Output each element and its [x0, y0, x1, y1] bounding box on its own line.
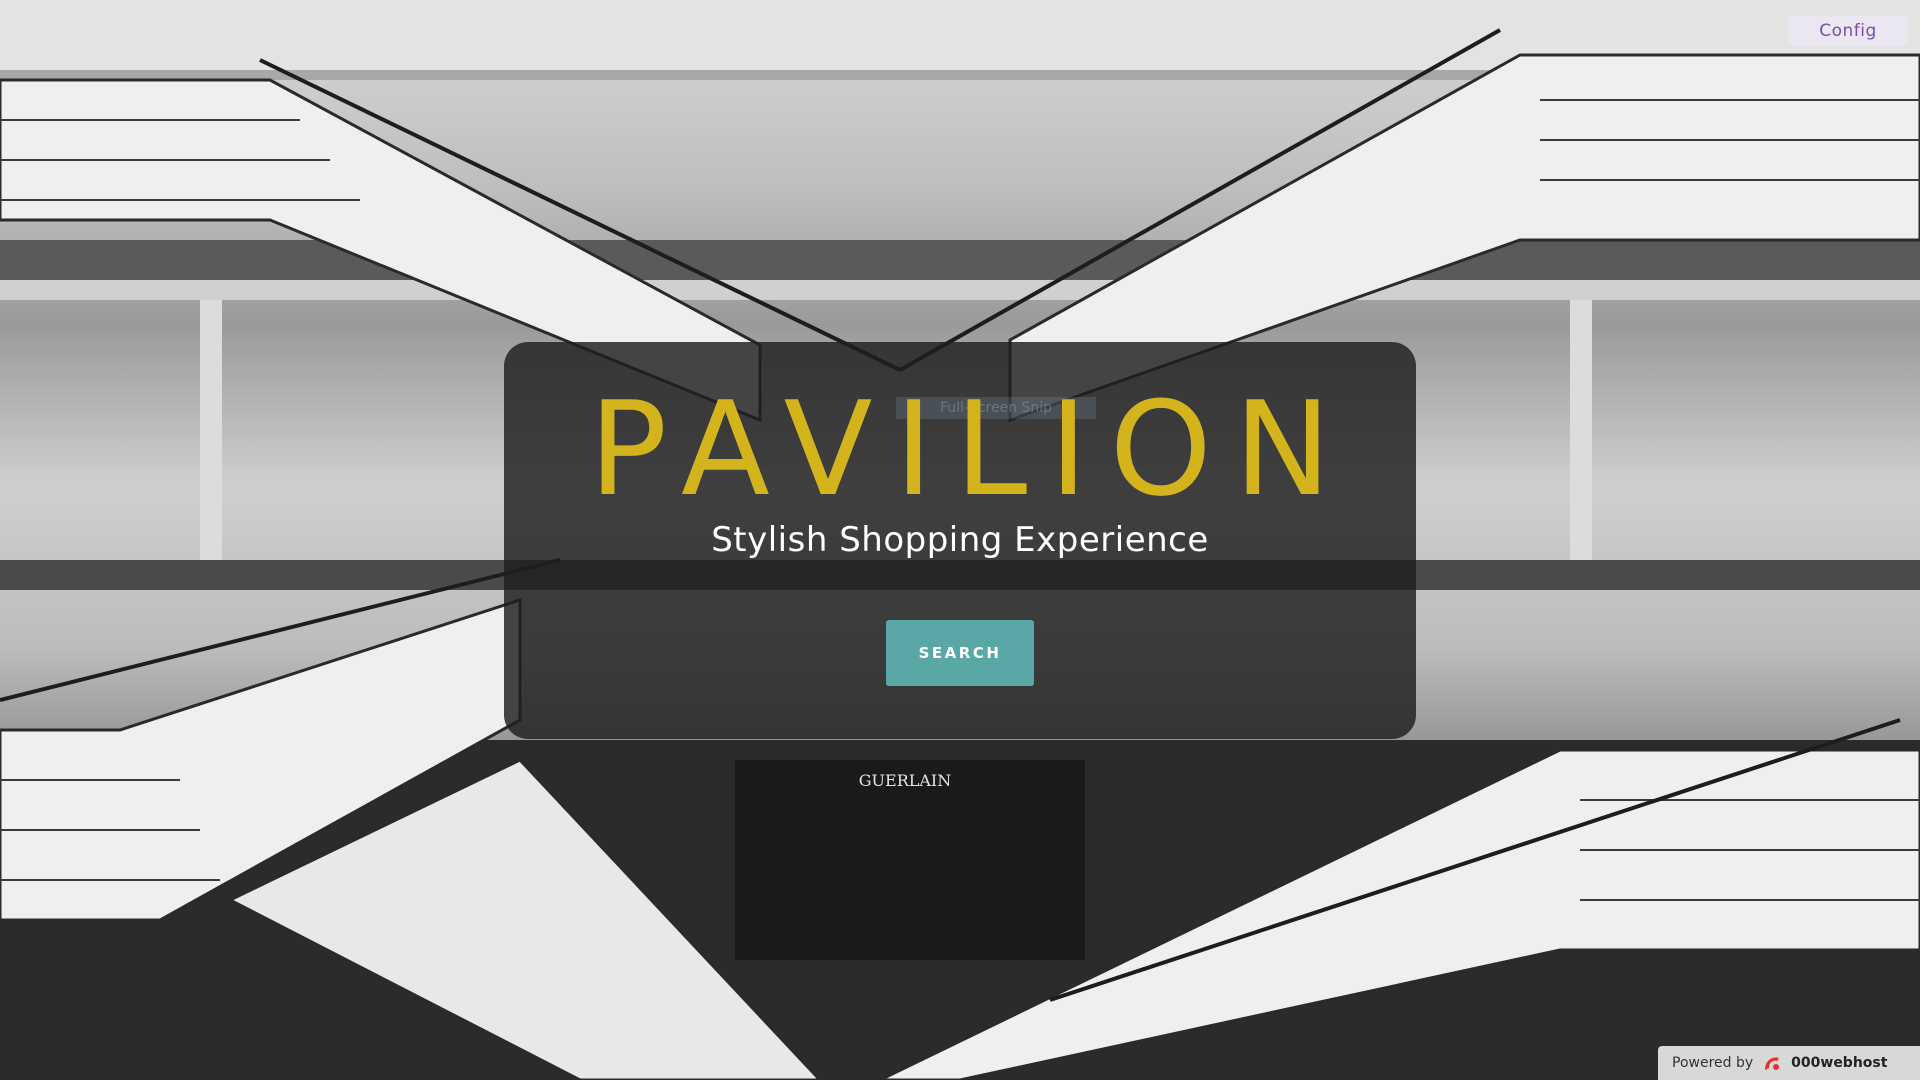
hero-subtitle: Stylish Shopping Experience	[711, 520, 1209, 560]
webhost-logo-icon	[1765, 1057, 1780, 1070]
powered-by-brand: 000webhost	[1791, 1055, 1888, 1071]
search-button[interactable]: SEARCH	[886, 620, 1034, 686]
powered-by-label: Powered by	[1672, 1055, 1754, 1071]
powered-by-badge[interactable]: Powered by 000webhost	[1658, 1046, 1920, 1080]
hero-title: PAVILION	[588, 373, 1354, 525]
svg-text:GUERLAIN: GUERLAIN	[859, 771, 952, 790]
hero-panel: Full-Screen Snip PAVILION Stylish Shoppi…	[504, 342, 1416, 739]
config-button[interactable]: Config	[1788, 16, 1908, 46]
